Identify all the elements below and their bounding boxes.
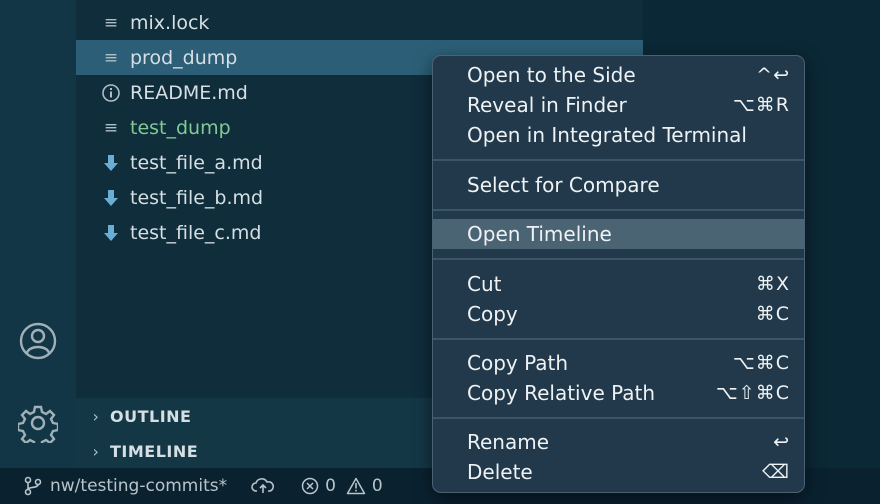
cloud-upload-icon: [251, 476, 275, 496]
menu-separator: [433, 258, 804, 260]
problems-status[interactable]: 0 0: [301, 476, 383, 496]
menu-item-label: Cut: [467, 272, 502, 296]
menu-item-delete[interactable]: Delete ⌫: [433, 457, 804, 487]
menu-separator: [433, 159, 804, 161]
menu-item-shortcut: ⌥⇧⌘C: [715, 382, 790, 404]
markdown-down-arrow-icon: [100, 154, 122, 172]
menu-item-shortcut: ⌥⌘C: [732, 352, 790, 374]
section-label: OUTLINE: [110, 407, 192, 426]
file-label: test_file_b.md: [130, 186, 264, 209]
settings-gear-icon[interactable]: [17, 402, 59, 444]
file-label: test_file_c.md: [130, 221, 262, 244]
menu-item-label: Open to the Side: [467, 63, 636, 87]
sync-button[interactable]: [251, 476, 275, 496]
lines-file-icon: ≡: [103, 12, 119, 33]
menu-item-label: Copy Relative Path: [467, 381, 656, 405]
warning-count: 0: [371, 476, 383, 496]
menu-separator: [433, 209, 804, 211]
menu-separator: [433, 417, 804, 419]
file-label: prod_dump: [130, 46, 238, 69]
menu-item-label: Reveal in Finder: [467, 93, 627, 117]
menu-item-shortcut: ⌫: [762, 461, 790, 483]
branch-status[interactable]: nw/testing-commits*: [24, 476, 227, 496]
menu-item-copy[interactable]: Copy ⌘C: [433, 299, 804, 329]
chevron-right-icon: ›: [92, 407, 100, 426]
account-icon[interactable]: [17, 320, 59, 362]
menu-item-label: Copy: [467, 302, 518, 326]
menu-item-shortcut: ↩: [773, 431, 790, 453]
menu-item-select-for-compare[interactable]: Select for Compare: [433, 170, 804, 200]
menu-item-label: Open in Integrated Terminal: [467, 123, 747, 147]
file-item-mix-lock[interactable]: ≡ mix.lock: [76, 5, 643, 40]
menu-item-shortcut: ⌥⌘R: [732, 94, 790, 116]
file-label: mix.lock: [130, 11, 210, 34]
file-label: README.md: [130, 81, 248, 104]
menu-item-open-in-terminal[interactable]: Open in Integrated Terminal: [433, 120, 804, 150]
menu-item-label: Copy Path: [467, 351, 569, 375]
menu-separator: [433, 338, 804, 340]
error-count: 0: [325, 476, 336, 496]
lines-file-icon: ≡: [103, 117, 119, 138]
menu-item-label: Delete: [467, 460, 533, 484]
error-icon: [301, 477, 319, 495]
context-menu: Open to the Side ^↩ Reveal in Finder ⌥⌘R…: [432, 55, 805, 493]
warning-icon: [346, 477, 366, 495]
menu-item-rename[interactable]: Rename ↩: [433, 427, 804, 457]
menu-item-cut[interactable]: Cut ⌘X: [433, 269, 804, 299]
section-label: TIMELINE: [110, 442, 199, 461]
lines-file-icon: ≡: [103, 47, 119, 68]
markdown-down-arrow-icon: [100, 224, 122, 242]
menu-item-open-to-side[interactable]: Open to the Side ^↩: [433, 60, 804, 90]
git-branch-icon: [24, 476, 42, 496]
file-label: test_dump: [130, 116, 231, 139]
menu-item-shortcut: ⌘X: [755, 273, 790, 295]
menu-item-shortcut: ^↩: [756, 64, 790, 86]
activity-bar: [0, 0, 76, 468]
menu-item-copy-relative-path[interactable]: Copy Relative Path ⌥⇧⌘C: [433, 378, 804, 408]
menu-item-copy-path[interactable]: Copy Path ⌥⌘C: [433, 348, 804, 378]
menu-item-label: Rename: [467, 430, 550, 454]
menu-item-label: Select for Compare: [467, 173, 660, 197]
markdown-down-arrow-icon: [100, 189, 122, 207]
chevron-right-icon: ›: [92, 442, 100, 461]
info-icon: [100, 83, 122, 103]
file-label: test_file_a.md: [130, 151, 263, 174]
menu-item-reveal-in-finder[interactable]: Reveal in Finder ⌥⌘R: [433, 90, 804, 120]
menu-item-label: Open Timeline: [467, 222, 612, 246]
branch-label: nw/testing-commits*: [50, 476, 228, 496]
menu-item-open-timeline[interactable]: Open Timeline: [433, 219, 804, 249]
menu-item-shortcut: ⌘C: [755, 303, 790, 325]
